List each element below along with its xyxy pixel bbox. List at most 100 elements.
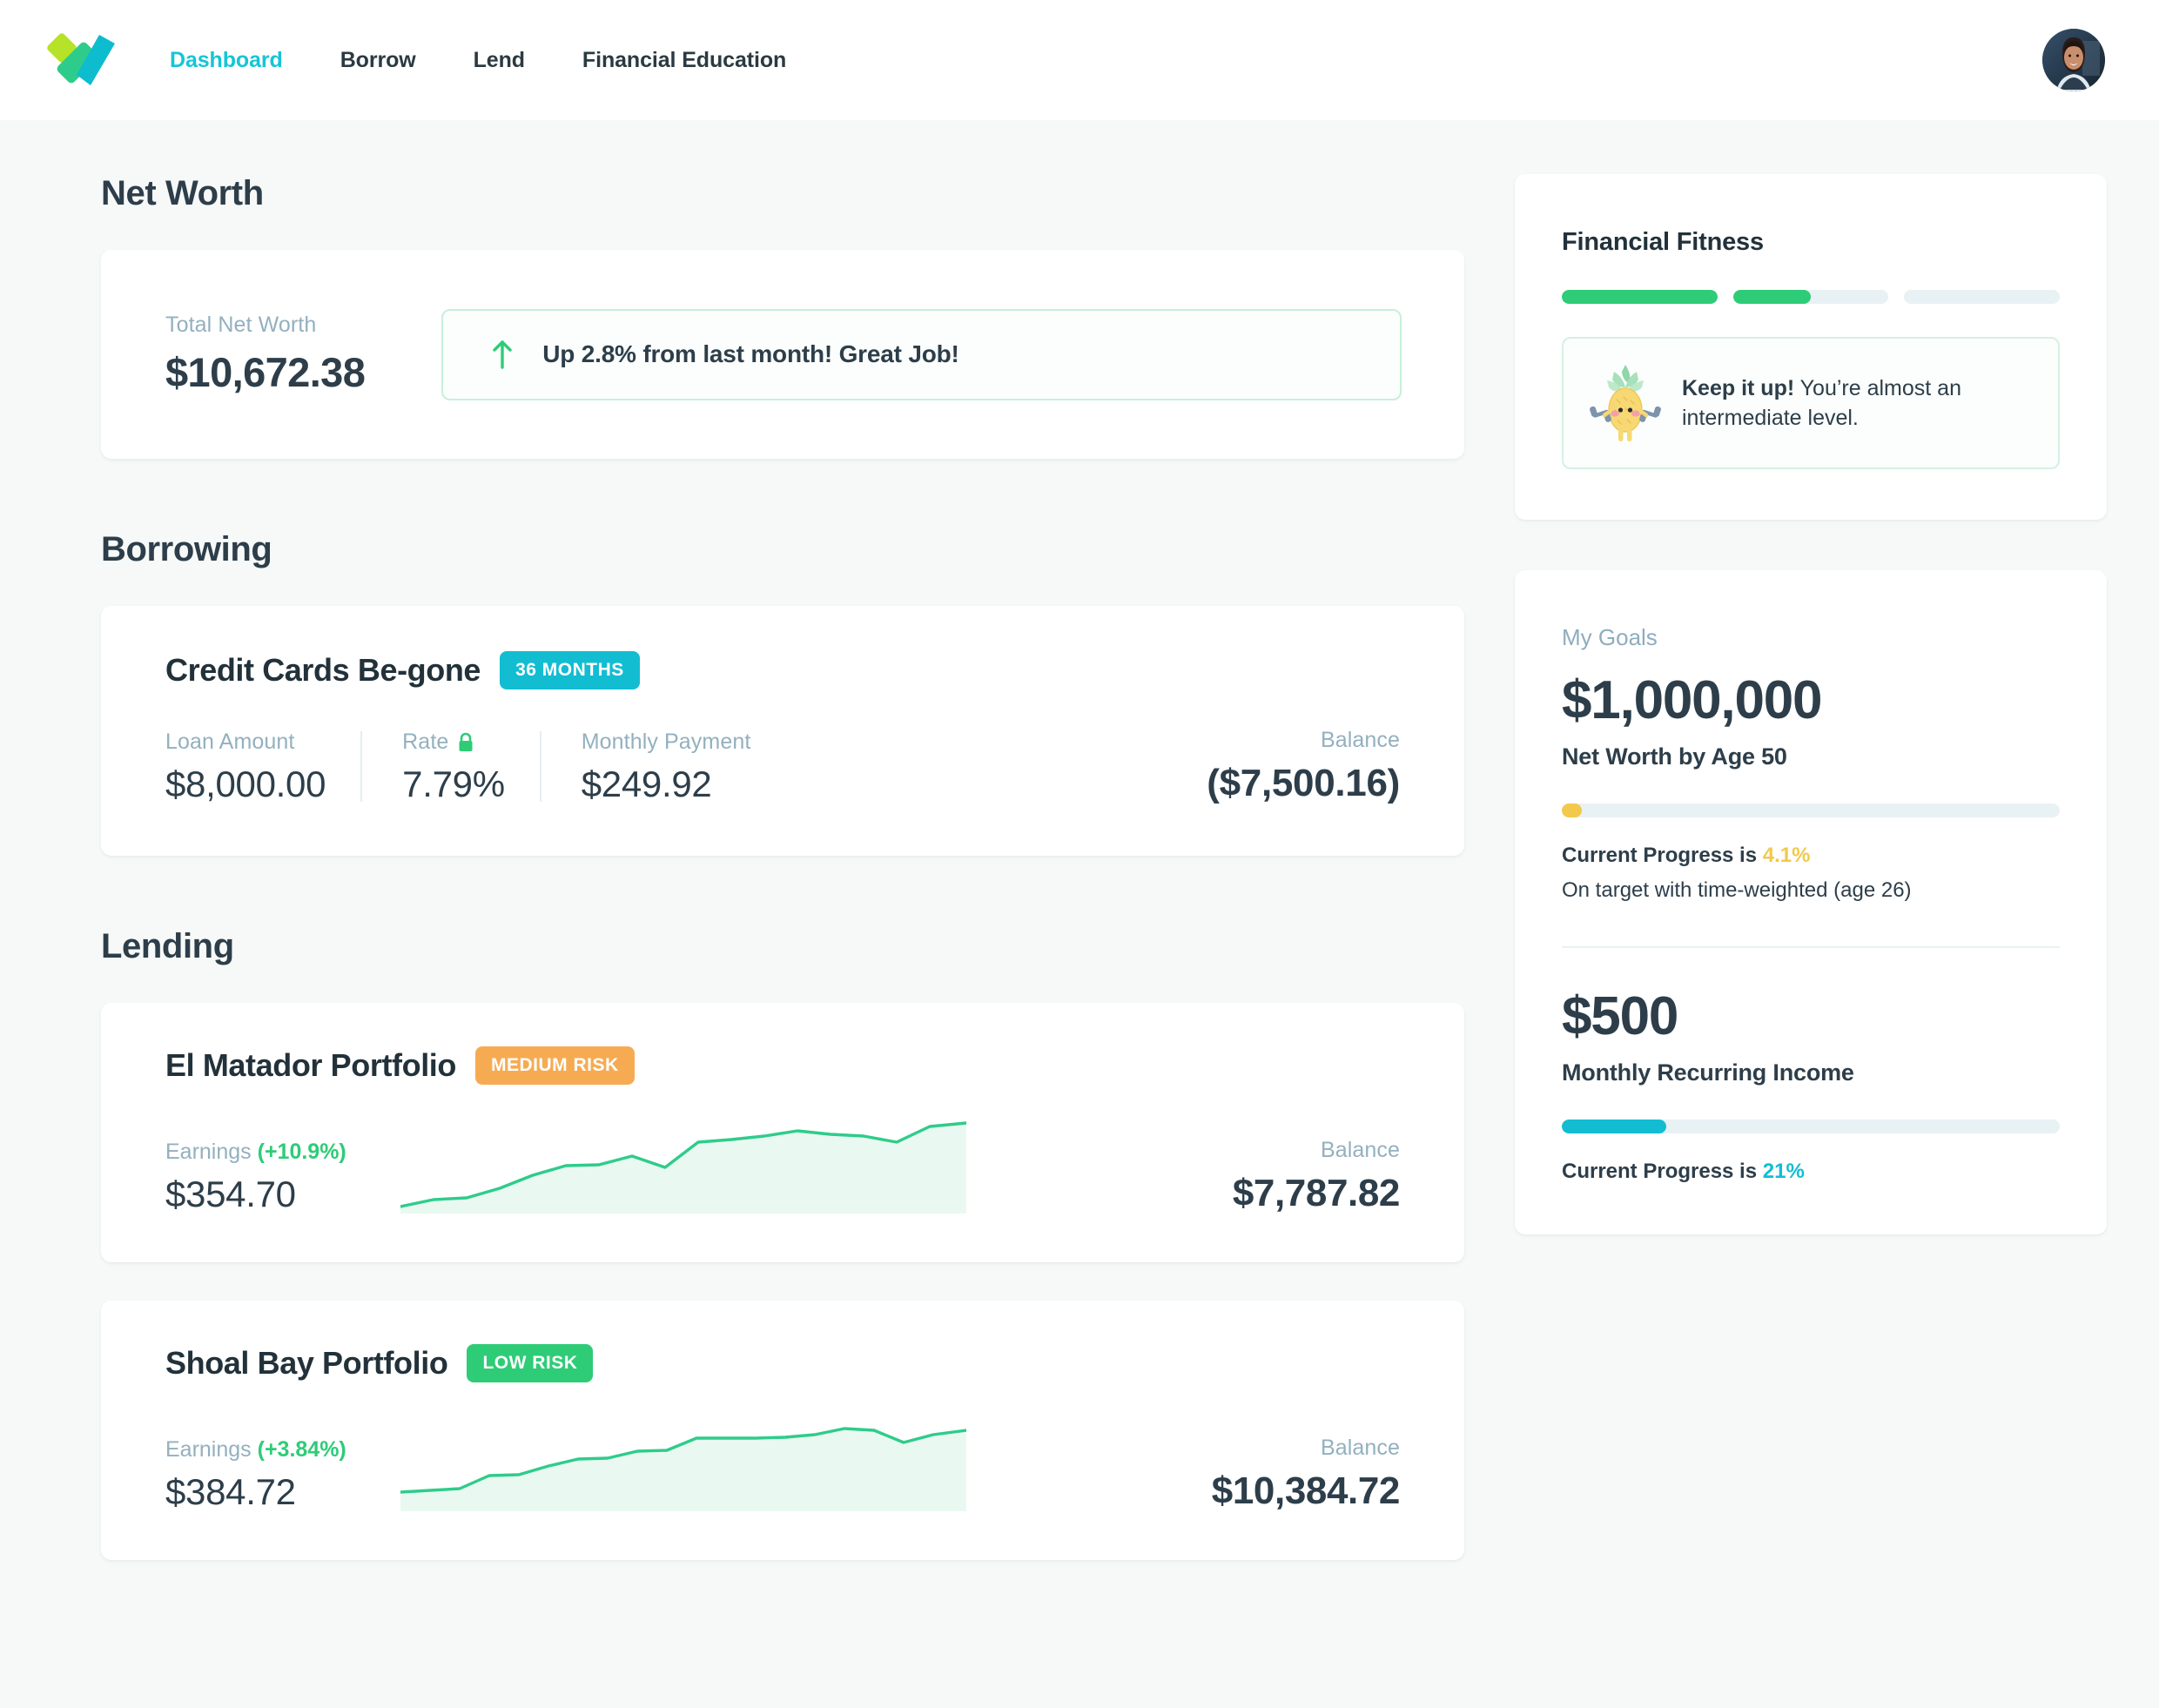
- portfolio-stats-row: Earnings (+10.9%) $354.70 Balance $7,787…: [165, 1120, 1400, 1215]
- goal-item-recurring-income: $500 Monthly Recurring Income Current Pr…: [1562, 990, 2060, 1184]
- goal-amount: $500: [1562, 986, 1678, 1046]
- earnings-label: Earnings: [165, 1437, 252, 1462]
- portfolio-sparkline-chart: [400, 1120, 966, 1214]
- portfolio-stats-row: Earnings (+3.84%) $384.72 Balance $10,38…: [165, 1417, 1400, 1513]
- earnings-percent: (+10.9%): [257, 1140, 346, 1164]
- fitness-tip-bold: Keep it up!: [1682, 375, 1795, 400]
- sparkline-area-fill: [400, 1429, 966, 1511]
- monthly-payment-value: $249.92: [581, 763, 712, 804]
- goal-progress-fill: [1562, 1120, 1667, 1133]
- portfolio-title: El Matador Portfolio: [165, 1047, 457, 1083]
- goal-progress-text: Current Progress is 21%: [1562, 1160, 2060, 1184]
- portfolio-earnings-block: Earnings (+10.9%) $354.70: [165, 1140, 400, 1215]
- user-avatar[interactable]: [2042, 29, 2105, 91]
- loan-balance-label: Balance: [1320, 728, 1400, 752]
- earnings-value: $384.72: [165, 1471, 296, 1512]
- total-net-worth-label: Total Net Worth: [165, 313, 317, 337]
- portfolio-balance-block: Balance $7,787.82: [998, 1138, 1401, 1215]
- loan-balance-value: ($7,500.16): [1207, 762, 1400, 804]
- stat-divider: [360, 731, 363, 802]
- loan-amount-label: Loan Amount: [165, 730, 295, 754]
- portfolio-header: El Matador Portfolio MEDIUM RISK: [165, 1046, 1400, 1085]
- loan-balance-stat: Balance ($7,500.16): [785, 728, 1400, 805]
- portfolio-title: Shoal Bay Portfolio: [165, 1345, 448, 1381]
- portfolio-balance-value: $7,787.82: [1232, 1172, 1401, 1214]
- velocity-logo[interactable]: [45, 28, 117, 92]
- loan-rate-value: 7.79%: [402, 763, 505, 804]
- loan-term-badge: 36 MONTHS: [500, 651, 640, 689]
- stat-divider: [539, 731, 541, 802]
- portfolio-earnings-block: Earnings (+3.84%) $384.72: [165, 1437, 400, 1513]
- loan-card[interactable]: Credit Cards Be-gone 36 MONTHS Loan Amou…: [101, 606, 1464, 856]
- loan-amount-value: $8,000.00: [165, 763, 326, 804]
- portfolio-card-shoal-bay[interactable]: Shoal Bay Portfolio LOW RISK Earnings (+…: [101, 1301, 1464, 1560]
- total-net-worth-value: $10,672.38: [165, 349, 366, 395]
- sidebar-column: Financial Fitness Keep it up! You’re alm…: [1515, 174, 2107, 1285]
- arrow-up-icon: [493, 340, 512, 369]
- goal-item-net-worth: $1,000,000 Net Worth by Age 50 Current P…: [1562, 674, 2060, 903]
- total-net-worth-block: Total Net Worth $10,672.38: [165, 313, 366, 396]
- pineapple-lifting-weights-icon: [1588, 361, 1663, 445]
- portfolio-sparkline-chart: [400, 1417, 966, 1511]
- fitness-tip-box: Keep it up! You’re almost an intermediat…: [1562, 337, 2060, 469]
- goal-progress-text: Current Progress is 4.1%: [1562, 844, 2060, 868]
- fitness-segment-2: [1732, 290, 1889, 304]
- main-column: Net Worth Total Net Worth $10,672.38 Up …: [54, 174, 1464, 1598]
- portfolio-balance-block: Balance $10,384.72: [998, 1436, 1401, 1513]
- net-worth-change-text: Up 2.8% from last month! Great Job!: [542, 340, 959, 367]
- fitness-tip-text: Keep it up! You’re almost an intermediat…: [1682, 373, 2032, 434]
- goal-progress-prefix: Current Progress is: [1562, 844, 1763, 867]
- nav-link-borrow[interactable]: Borrow: [312, 48, 445, 73]
- goal-progress-percent: 21%: [1762, 1160, 1805, 1183]
- portfolio-balance-value: $10,384.72: [1211, 1469, 1401, 1512]
- nav-link-financial-education[interactable]: Financial Education: [554, 48, 815, 73]
- fitness-segment-1: [1562, 290, 1718, 304]
- loan-card-header: Credit Cards Be-gone 36 MONTHS: [165, 651, 1400, 689]
- top-navigation-bar: Dashboard Borrow Lend Financial Educatio…: [0, 0, 2159, 120]
- goal-progress-fill: [1562, 804, 1583, 817]
- lending-section-title: Lending: [101, 927, 234, 965]
- monthly-payment-stat: Monthly Payment $249.92: [582, 730, 786, 805]
- portfolio-header: Shoal Bay Portfolio LOW RISK: [165, 1344, 1400, 1382]
- portfolio-card-el-matador[interactable]: El Matador Portfolio MEDIUM RISK Earning…: [101, 1003, 1464, 1262]
- loan-title: Credit Cards Be-gone: [165, 652, 481, 688]
- net-worth-card: Total Net Worth $10,672.38 Up 2.8% from …: [101, 250, 1464, 459]
- loan-rate-label: Rate: [402, 730, 449, 754]
- loan-amount-stat: Loan Amount $8,000.00: [165, 730, 360, 805]
- financial-fitness-card: Financial Fitness Keep it up! You’re alm…: [1515, 174, 2107, 520]
- portfolio-balance-label: Balance: [1320, 1436, 1400, 1460]
- earnings-percent: (+3.84%): [257, 1437, 346, 1462]
- net-worth-section-title: Net Worth: [101, 174, 264, 212]
- loan-rate-stat: Rate 7.79%: [402, 730, 540, 805]
- net-worth-change-banner: Up 2.8% from last month! Great Job!: [441, 308, 1402, 400]
- borrowing-section-title: Borrowing: [101, 530, 272, 568]
- earnings-value: $354.70: [165, 1173, 296, 1214]
- dashboard-body: Net Worth Total Net Worth $10,672.38 Up …: [0, 120, 2159, 1598]
- main-nav-links: Dashboard Borrow Lend Financial Educatio…: [141, 48, 815, 73]
- goal-subtitle: Net Worth by Age 50: [1562, 743, 1787, 770]
- goal-progress-percent: 4.1%: [1762, 844, 1811, 867]
- financial-fitness-title: Financial Fitness: [1562, 228, 1764, 256]
- sparkline-area-fill: [400, 1123, 966, 1214]
- goal-progress-prefix: Current Progress is: [1562, 1160, 1763, 1183]
- goal-progress-bar: [1562, 804, 2060, 817]
- portfolio-risk-badge: MEDIUM RISK: [475, 1046, 635, 1085]
- logo-v-shape: [77, 35, 115, 85]
- goal-amount: $1,000,000: [1562, 670, 1823, 730]
- monthly-payment-label: Monthly Payment: [581, 730, 751, 754]
- goal-subtitle: Monthly Recurring Income: [1562, 1059, 1854, 1086]
- goal-progress-bar: [1562, 1120, 2060, 1133]
- lock-icon: [459, 732, 473, 751]
- goal-note: On target with time-weighted (age 26): [1562, 878, 1912, 902]
- fitness-progress-segments: [1562, 290, 2061, 304]
- portfolio-risk-badge: LOW RISK: [467, 1344, 594, 1382]
- loan-stats-row: Loan Amount $8,000.00 Rate 7.79% Monthly…: [165, 728, 1400, 805]
- fitness-segment-3: [1904, 290, 2061, 304]
- my-goals-card: My Goals $1,000,000 Net Worth by Age 50 …: [1515, 570, 2107, 1234]
- goals-divider: [1562, 946, 2060, 948]
- portfolio-balance-label: Balance: [1320, 1138, 1400, 1162]
- my-goals-label: My Goals: [1562, 624, 1658, 650]
- nav-link-lend[interactable]: Lend: [445, 48, 554, 73]
- nav-link-dashboard[interactable]: Dashboard: [141, 48, 312, 73]
- earnings-label: Earnings: [165, 1140, 252, 1164]
